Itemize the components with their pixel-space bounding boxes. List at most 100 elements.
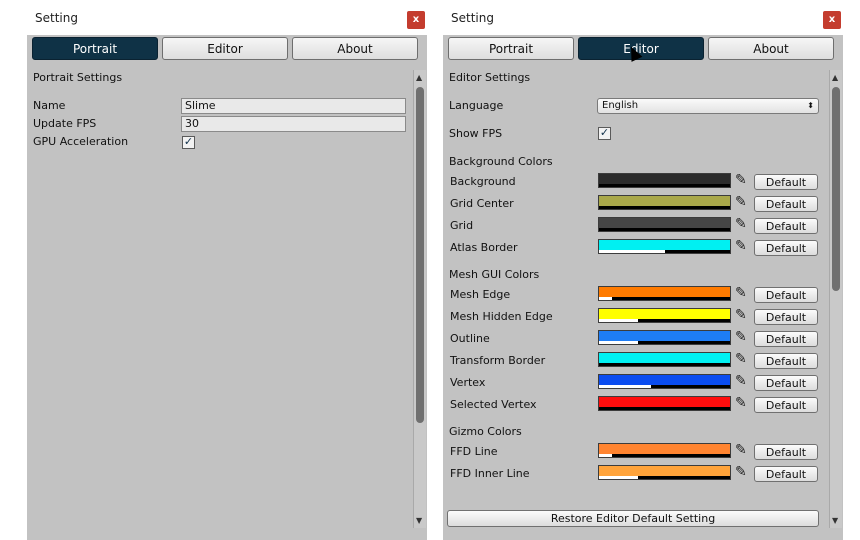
left-tab-bar: Portrait Editor About [32,37,420,62]
restore-default-button[interactable]: Restore Editor Default Setting [447,510,819,527]
eyedropper-icon[interactable]: ✎ [735,329,749,345]
default-button[interactable]: Default [754,196,818,212]
eyedropper-icon[interactable]: ✎ [735,373,749,389]
left-title-bar: Setting x [27,0,427,35]
tab-portrait[interactable]: Portrait [448,37,574,60]
color-label: Background [450,175,516,188]
color-label: Mesh Edge [450,288,511,301]
language-label: Language [449,99,504,112]
scroll-down-icon[interactable]: ▼ [832,516,838,525]
left-scrollbar[interactable]: ▲ ▼ [413,70,426,528]
color-label: Grid [450,219,474,232]
alpha-fill [638,476,730,479]
alpha-bar [599,385,730,388]
alpha-bar [599,297,730,300]
eyedropper-icon[interactable]: ✎ [735,395,749,411]
scroll-up-icon[interactable]: ▲ [416,73,422,82]
color-swatch[interactable] [598,396,731,411]
left-scroll-thumb[interactable] [416,87,424,423]
color-swatch[interactable] [598,173,731,188]
color-swatch[interactable] [598,374,731,389]
color-swatch[interactable] [598,239,731,254]
eyedropper-icon[interactable]: ✎ [735,238,749,254]
editor-settings-heading: Editor Settings [449,71,531,84]
alpha-fill [612,454,730,457]
left-window-title: Setting [35,11,78,25]
alpha-bar [599,476,730,479]
update-fps-label: Update FPS [33,117,97,130]
color-swatch[interactable] [598,195,731,210]
default-button[interactable]: Default [754,466,818,482]
eyedropper-icon[interactable]: ✎ [735,351,749,367]
default-button[interactable]: Default [754,174,818,190]
tab-editor[interactable]: Editor [162,37,288,60]
default-button[interactable]: Default [754,331,818,347]
color-swatch[interactable] [598,330,731,345]
update-fps-field[interactable]: 30 [181,116,406,132]
color-label: Atlas Border [450,241,518,254]
eyedropper-icon[interactable]: ✎ [735,216,749,232]
eyedropper-icon[interactable]: ✎ [735,194,749,210]
default-button[interactable]: Default [754,287,818,303]
alpha-bar [599,363,730,366]
right-window-title: Setting [451,11,494,25]
color-label: Vertex [450,376,486,389]
mesh-gui-colors-heading: Mesh GUI Colors [449,268,540,281]
color-swatch[interactable] [598,308,731,323]
left-close-button[interactable]: x [407,11,425,29]
default-button[interactable]: Default [754,353,818,369]
gizmo-colors-heading: Gizmo Colors [449,425,522,438]
default-button[interactable]: Default [754,397,818,413]
color-swatch[interactable] [598,352,731,367]
alpha-fill [664,250,730,253]
default-button[interactable]: Default [754,240,818,256]
default-button[interactable]: Default [754,218,818,234]
language-select[interactable]: English ⬍ [597,98,819,114]
alpha-fill [638,341,730,344]
alpha-fill [612,297,730,300]
right-tab-bar: Portrait Editor About [448,37,836,62]
alpha-bar [599,206,730,209]
checkmark-icon: ✓ [599,126,610,139]
portrait-settings-heading: Portrait Settings [33,71,123,84]
alpha-fill [599,228,730,231]
alpha-bar [599,250,730,253]
show-fps-checkbox[interactable]: ✓ [598,127,611,140]
alpha-bar [599,454,730,457]
scroll-up-icon[interactable]: ▲ [832,73,838,82]
color-swatch[interactable] [598,217,731,232]
alpha-fill [599,363,730,366]
color-swatch[interactable] [598,443,731,458]
tab-portrait[interactable]: Portrait [32,37,158,60]
color-label: FFD Line [450,445,498,458]
tab-about[interactable]: About [292,37,418,60]
scroll-down-icon[interactable]: ▼ [416,516,422,525]
right-scroll-thumb[interactable] [832,87,840,291]
color-label: Transform Border [450,354,546,367]
gpu-acceleration-checkbox[interactable]: ✓ [182,136,195,149]
right-scrollbar[interactable]: ▲ ▼ [829,70,842,528]
alpha-bar [599,319,730,322]
color-swatch[interactable] [598,465,731,480]
alpha-bar [599,184,730,187]
name-label: Name [33,99,66,112]
tab-about[interactable]: About [708,37,834,60]
alpha-fill [599,184,730,187]
default-button[interactable]: Default [754,309,818,325]
color-label: Outline [450,332,490,345]
name-field[interactable]: Slime [181,98,406,114]
right-close-button[interactable]: x [823,11,841,29]
eyedropper-icon[interactable]: ✎ [735,172,749,188]
eyedropper-icon[interactable]: ✎ [735,464,749,480]
color-label: Selected Vertex [450,398,537,411]
color-label: Grid Center [450,197,514,210]
default-button[interactable]: Default [754,444,818,460]
checkmark-icon: ✓ [183,135,194,148]
default-button[interactable]: Default [754,375,818,391]
eyedropper-icon[interactable]: ✎ [735,442,749,458]
eyedropper-icon[interactable]: ✎ [735,307,749,323]
alpha-fill [651,385,730,388]
color-swatch[interactable] [598,286,731,301]
eyedropper-icon[interactable]: ✎ [735,285,749,301]
alpha-fill [599,407,730,410]
